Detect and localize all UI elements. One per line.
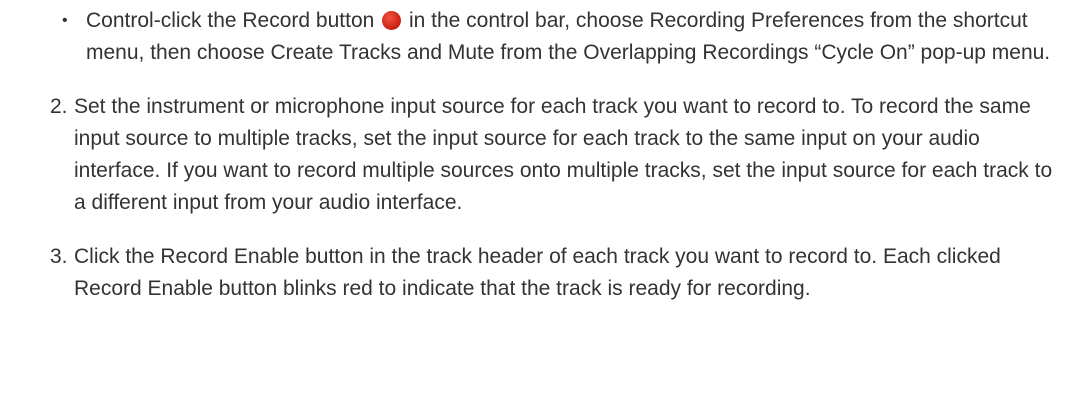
- bullet-item: • Control-click the Record button in the…: [0, 5, 1080, 69]
- step-text: Set the instrument or microphone input s…: [74, 95, 1053, 214]
- bullet-marker: •: [62, 12, 68, 29]
- record-button-icon: [382, 11, 402, 30]
- step-text: Click the Record Enable button in the tr…: [74, 245, 1001, 300]
- step-number: 3.: [50, 245, 68, 268]
- step-3: 3. Click the Record Enable button in the…: [0, 241, 1080, 305]
- step-number: 2.: [50, 95, 68, 118]
- document-body: • Control-click the Record button in the…: [0, 0, 1080, 305]
- bullet-text-before-icon: Control-click the Record button: [86, 9, 381, 32]
- step-2: 2. Set the instrument or microphone inpu…: [0, 91, 1080, 219]
